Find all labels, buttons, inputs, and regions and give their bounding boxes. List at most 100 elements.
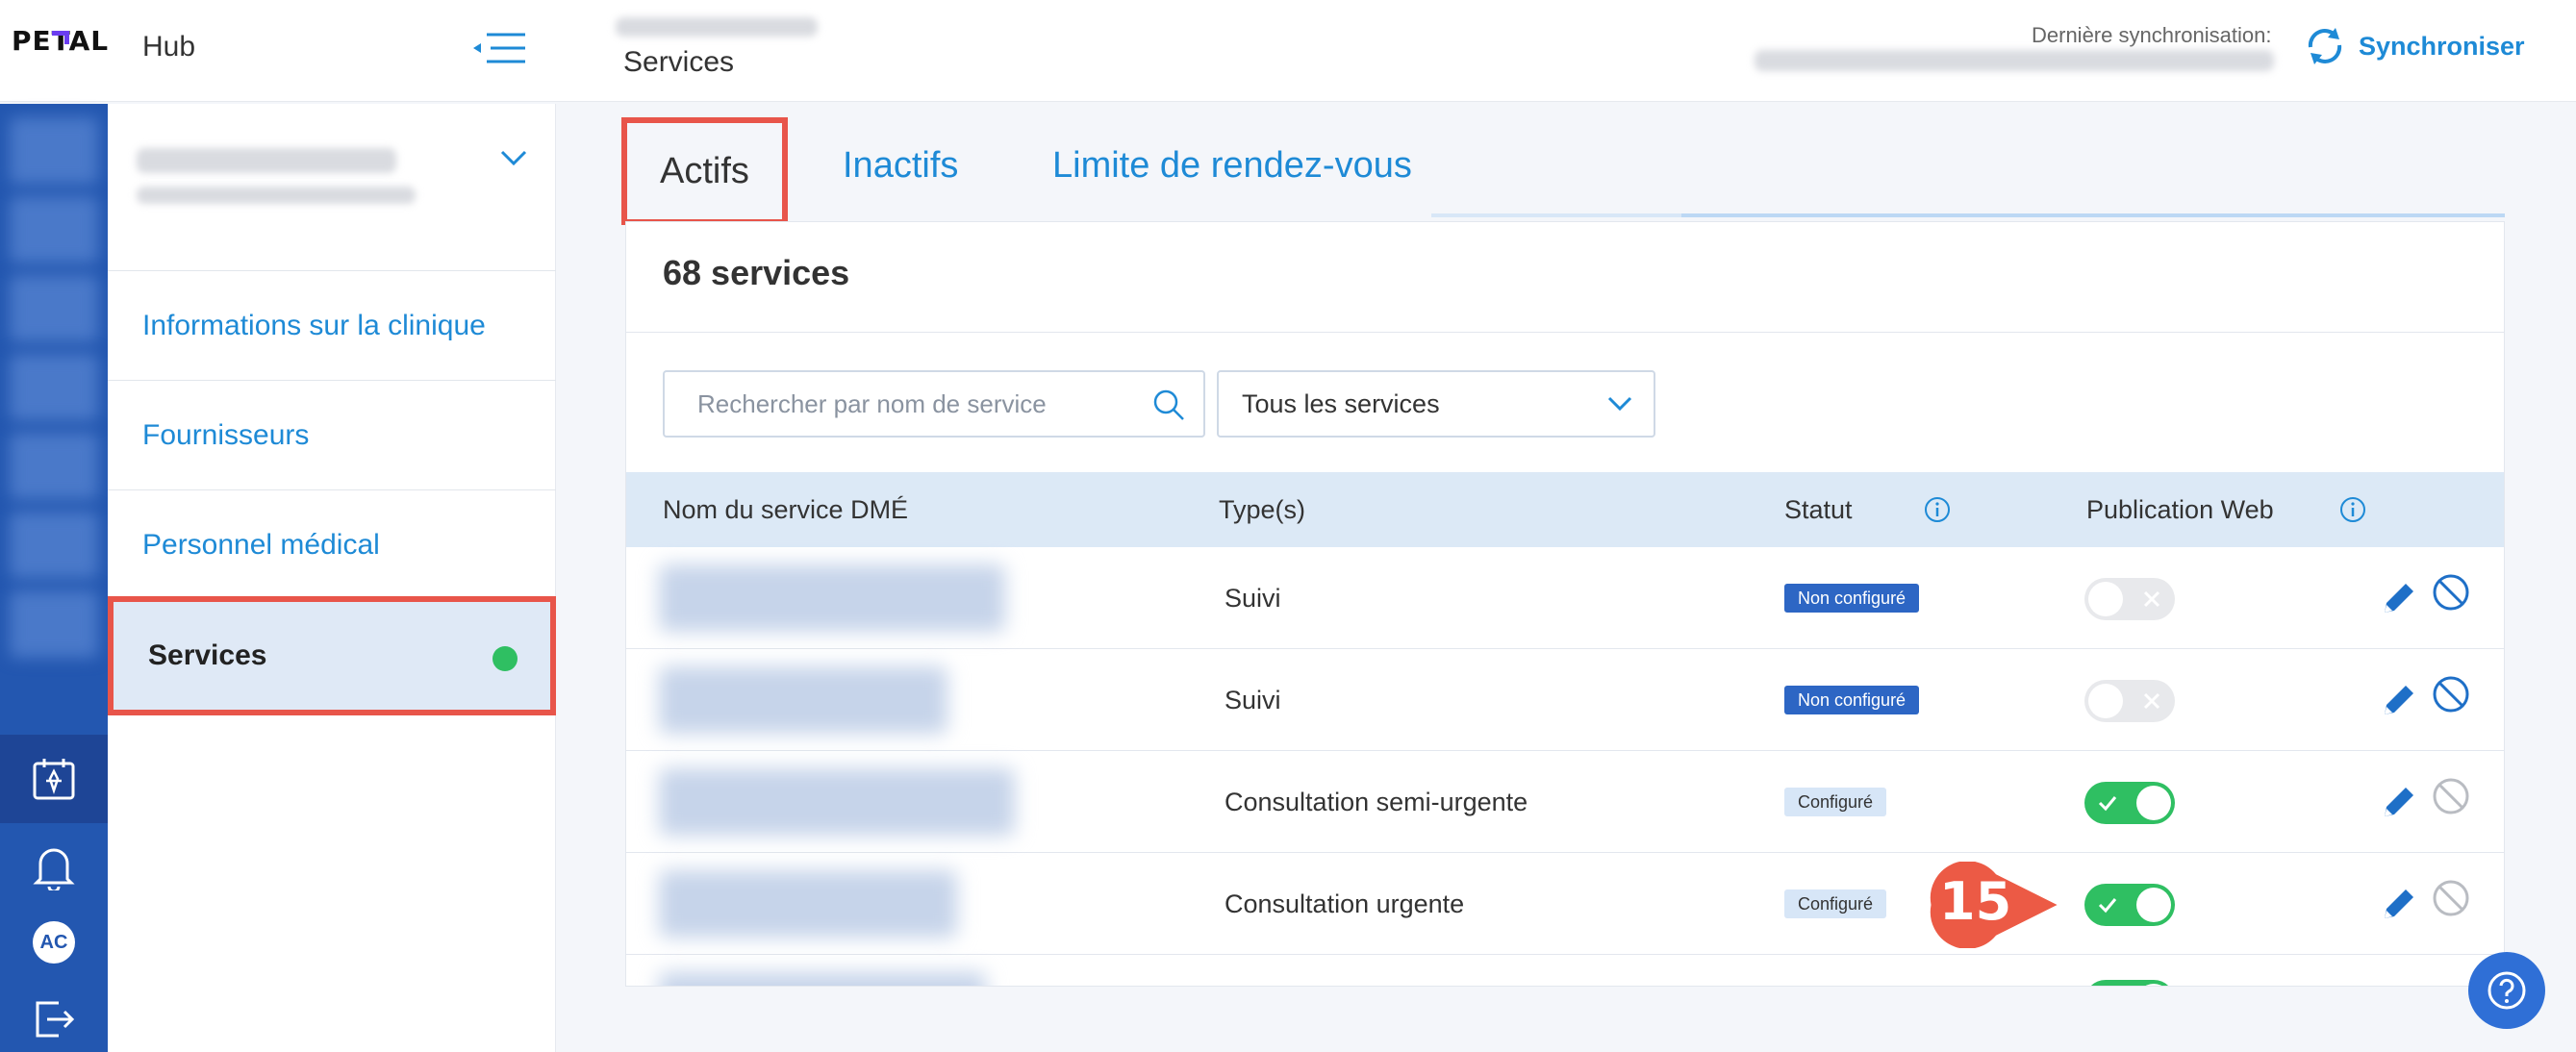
services-card: 68 services Rechercher par nom de servic… <box>625 221 2505 987</box>
calendar-icon <box>33 759 75 800</box>
deactivate-icon[interactable] <box>2431 674 2471 714</box>
user-avatar[interactable]: AC <box>33 921 75 964</box>
sidebar-item-label: Fournisseurs <box>142 418 310 451</box>
sync-button[interactable]: Synchroniser <box>2301 21 2525 71</box>
top-bar: PETAL Hub Services Dernière synchronisat… <box>0 0 2576 102</box>
service-name-redacted <box>659 768 1015 836</box>
clinic-name-redacted <box>137 148 396 173</box>
status-badge: Non configuré <box>1784 686 1920 714</box>
logout-icon <box>36 1001 75 1038</box>
toggle-knob <box>2136 888 2171 922</box>
col-header-status[interactable]: Statut <box>1784 472 1853 547</box>
active-status-dot <box>492 646 518 671</box>
service-type: Consultation urgente <box>1225 889 1465 918</box>
logout-button[interactable] <box>29 994 79 1044</box>
rail-item-redacted[interactable] <box>10 433 98 500</box>
web-publish-toggle[interactable] <box>2084 578 2175 620</box>
question-icon <box>2488 971 2526 1010</box>
pencil-icon[interactable] <box>2377 576 2421 620</box>
rail-item-redacted[interactable] <box>10 354 98 421</box>
col-header-name[interactable]: Nom du service DMÉ <box>663 472 908 547</box>
col-header-web[interactable]: Publication Web <box>2086 472 2274 547</box>
service-type: Suivi <box>1225 685 1281 714</box>
page-title: Services <box>623 46 735 78</box>
tab-label: Actifs <box>660 150 749 191</box>
pencil-icon[interactable] <box>2377 678 2421 722</box>
chevron-down-icon <box>1607 396 1632 412</box>
rail-item-redacted[interactable] <box>10 275 98 342</box>
check-icon <box>2098 796 2117 812</box>
rail-item-redacted[interactable] <box>10 196 98 263</box>
x-icon <box>2143 590 2160 608</box>
sidebar-item-providers[interactable]: Fournisseurs <box>108 381 556 490</box>
status-badge: Configuré <box>1784 889 1887 918</box>
services-tabs: Actifs Inactifs Limite de rendez-vous <box>621 113 2505 225</box>
tab-limite-rendez-vous[interactable]: Limite de rendez-vous <box>1052 113 1412 217</box>
sidebar-item-services[interactable]: Services <box>108 596 556 715</box>
web-info-icon[interactable] <box>2338 495 2367 524</box>
service-type: Consultation semi-urgente <box>1225 787 1528 816</box>
table-header: Nom du service DMÉ Type(s) Statut Public… <box>626 472 2504 547</box>
sidebar-item-label: Services <box>148 639 267 671</box>
breadcrumb-redacted <box>616 17 818 37</box>
sidebar-item-medical-staff[interactable]: Personnel médical <box>108 490 556 600</box>
service-name-redacted <box>659 870 957 938</box>
status-info-icon[interactable] <box>1923 495 1952 524</box>
status-badge: Configuré <box>1784 788 1887 816</box>
tabs-underline-accent <box>1681 213 2505 217</box>
search-input[interactable]: Rechercher par nom de service <box>663 370 1205 438</box>
secondary-sidebar: Informations sur la clinique Fournisseur… <box>108 104 556 1052</box>
col-header-types[interactable]: Type(s) <box>1219 472 1305 547</box>
table-row[interactable]: Suivi Non configuré <box>626 547 2504 649</box>
tab-actifs[interactable]: Actifs <box>621 117 788 225</box>
service-name-redacted <box>659 564 1005 632</box>
left-rail: AC <box>0 104 108 1052</box>
step-number: 15 <box>1939 871 2012 932</box>
table-row[interactable]: Consultation semi-urgente Configuré <box>626 751 2504 853</box>
web-publish-toggle[interactable] <box>2084 782 2175 824</box>
collapse-menu-icon <box>473 33 525 63</box>
last-sync-value-redacted <box>1755 50 2274 71</box>
status-badge: Non configuré <box>1784 584 1920 613</box>
tab-label: Inactifs <box>843 144 959 186</box>
search-icon[interactable] <box>1151 388 1186 422</box>
web-publish-toggle[interactable] <box>2084 884 2175 926</box>
pencil-icon[interactable] <box>2377 882 2421 926</box>
service-name-redacted <box>659 972 986 986</box>
divider <box>626 332 2504 333</box>
table-row[interactable] <box>626 955 2504 986</box>
filter-value: Tous les services <box>1242 388 1440 418</box>
table-row[interactable]: Consultation urgente Configuré <box>626 853 2504 955</box>
web-publish-toggle[interactable] <box>2084 680 2175 722</box>
tab-label: Limite de rendez-vous <box>1052 144 1412 186</box>
rail-item-redacted[interactable] <box>10 117 98 185</box>
service-type: Suivi <box>1225 583 1281 613</box>
sync-icon <box>2308 28 2342 64</box>
services-count: 68 services <box>663 253 850 292</box>
tab-inactifs[interactable]: Inactifs <box>843 113 958 217</box>
last-sync-label: Dernière synchronisation: <box>2032 23 2272 47</box>
help-button[interactable] <box>2468 952 2545 1029</box>
rail-item-redacted[interactable] <box>10 590 98 658</box>
sidebar-item-label: Informations sur la clinique <box>142 309 486 341</box>
table-row[interactable]: Suivi Non configuré <box>626 649 2504 751</box>
sidebar-item-clinic-info[interactable]: Informations sur la clinique <box>108 271 556 381</box>
service-name-redacted <box>659 666 947 734</box>
sync-button-label: Synchroniser <box>2359 31 2525 61</box>
deactivate-icon-disabled <box>2433 778 2469 814</box>
clinic-address-redacted <box>137 187 416 204</box>
rail-item-calendar[interactable] <box>0 735 108 823</box>
deactivate-icon[interactable] <box>2431 572 2471 613</box>
pencil-icon[interactable] <box>2377 780 2421 824</box>
search-placeholder: Rechercher par nom de service <box>697 388 1047 418</box>
web-publish-toggle[interactable] <box>2084 980 2175 986</box>
service-filter-select[interactable]: Tous les services <box>1217 370 1655 438</box>
notifications-button[interactable] <box>29 842 79 892</box>
toggle-knob <box>2088 684 2123 718</box>
toggle-knob <box>2136 984 2171 986</box>
clinic-selector[interactable] <box>108 104 556 271</box>
chevron-down-icon <box>500 150 527 166</box>
rail-item-redacted[interactable] <box>10 512 98 579</box>
collapse-menu-button[interactable] <box>471 29 527 67</box>
deactivate-icon-disabled <box>2433 880 2469 916</box>
